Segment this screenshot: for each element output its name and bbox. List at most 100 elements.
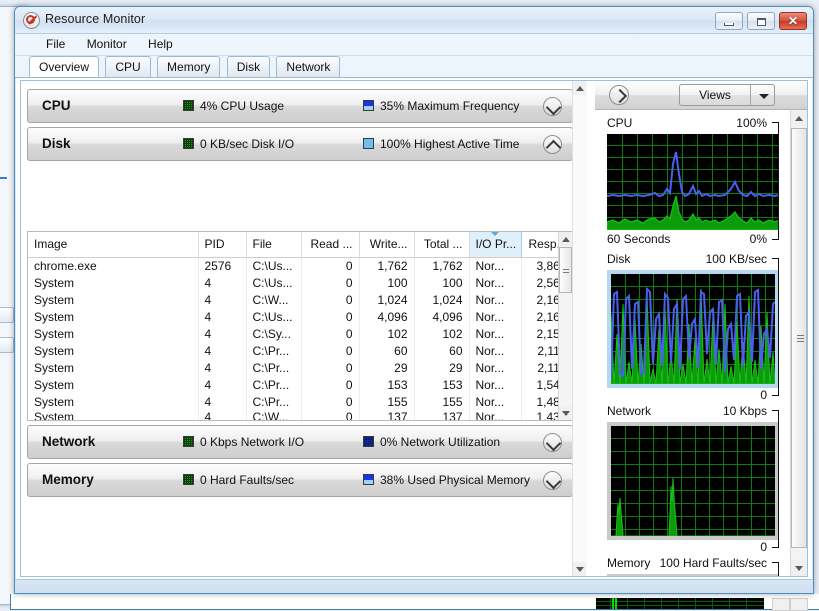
pane-splitter[interactable] bbox=[587, 81, 595, 576]
table-row[interactable]: System 4 C:\Pr... 0 153 153 Nor... 1,543 bbox=[28, 376, 572, 393]
tab-cpu[interactable]: CPU bbox=[105, 56, 151, 77]
graph-scroll-thumb[interactable] bbox=[791, 128, 807, 548]
column-header-io-priority[interactable]: I/O Pr... bbox=[468, 232, 522, 258]
cell-i-o-pr: Nor... bbox=[469, 308, 522, 325]
close-button[interactable]: ✕ bbox=[779, 12, 807, 30]
section-cpu-title: CPU bbox=[42, 98, 71, 113]
table-row[interactable]: chrome.exe 2576 C:\Us... 0 1,762 1,762 Nor... 3… bbox=[28, 257, 572, 274]
section-cpu-chevron-down-icon[interactable] bbox=[543, 97, 562, 116]
collapse-arrow-icon[interactable] bbox=[609, 85, 629, 105]
graph-panel-scrollbar[interactable] bbox=[790, 110, 807, 576]
cell-image: System bbox=[28, 308, 199, 325]
table-row[interactable]: System 4 C:\Pr... 0 155 155 Nor... 1,482 bbox=[28, 393, 572, 410]
section-memory-chevron-down-icon[interactable] bbox=[543, 471, 562, 490]
table-row[interactable]: System 4 C:\W... 0 137 137 Nor... 1,439 bbox=[28, 410, 572, 420]
menu-item-help[interactable]: Help bbox=[139, 34, 182, 53]
legend-swatch-green-icon bbox=[183, 474, 194, 485]
section-memory[interactable]: Memory 0 Hard Faults/sec 38% Used Physic… bbox=[27, 463, 573, 497]
minimize-button[interactable] bbox=[715, 12, 743, 30]
views-chevron-down-icon bbox=[759, 94, 769, 99]
left-pane-scroll-down-arrow-icon[interactable] bbox=[573, 562, 586, 576]
background-window-scrollbar-2[interactable] bbox=[790, 598, 808, 611]
cell-read: 0 bbox=[301, 376, 360, 393]
cell-i-o-pr: Nor... bbox=[469, 410, 522, 420]
scroll-thumb[interactable] bbox=[559, 247, 572, 293]
left-pane-scroll-up-arrow-icon[interactable] bbox=[573, 81, 586, 95]
background-window-accent bbox=[0, 177, 7, 179]
background-window-button-2[interactable] bbox=[0, 337, 14, 353]
section-network-metric-io: 0 Kbps Network I/O bbox=[183, 435, 304, 449]
tab-network[interactable]: Network bbox=[276, 56, 341, 77]
section-disk-metric-io-text: 0 KB/sec Disk I/O bbox=[200, 137, 295, 151]
table-row[interactable]: System 4 C:\W... 0 1,024 1,024 Nor... 2,162 bbox=[28, 291, 572, 308]
column-header-total[interactable]: Total ... bbox=[414, 232, 470, 258]
section-cpu-metric-frequency: 35% Maximum Frequency bbox=[363, 99, 519, 113]
section-memory-title: Memory bbox=[42, 472, 94, 487]
section-network[interactable]: Network 0 Kbps Network I/O 0% Network Ut… bbox=[27, 425, 573, 459]
cell-i-o-pr: Nor... bbox=[469, 274, 522, 291]
column-header-read[interactable]: Read ... bbox=[301, 232, 360, 258]
column-header-file[interactable]: File bbox=[246, 232, 302, 258]
cell-image: System bbox=[28, 393, 199, 410]
section-cpu-metric-usage: 4% CPU Usage bbox=[183, 99, 284, 113]
cell-write: 153 bbox=[359, 376, 415, 393]
cell-i-o-pr: Nor... bbox=[469, 257, 522, 274]
cell-pid: 4 bbox=[198, 359, 247, 376]
graph-scroll-up-arrow-icon[interactable] bbox=[791, 110, 807, 126]
column-header-image[interactable]: Image bbox=[28, 232, 199, 258]
left-pane-scrollbar[interactable] bbox=[572, 81, 587, 576]
cell-i-o-pr: Nor... bbox=[469, 342, 522, 359]
resource-monitor-icon bbox=[23, 12, 40, 29]
cell-read: 0 bbox=[301, 257, 360, 274]
tab-overview[interactable]: Overview bbox=[29, 56, 100, 77]
cell-file: C:\W... bbox=[246, 410, 302, 420]
table-row[interactable]: System 4 C:\Pr... 0 60 60 Nor... 2,118 bbox=[28, 342, 572, 359]
cell-pid: 4 bbox=[198, 325, 247, 342]
views-button[interactable]: Views bbox=[679, 84, 775, 106]
tab-memory[interactable]: Memory bbox=[157, 56, 221, 77]
column-header-pid[interactable]: PID bbox=[198, 232, 247, 258]
column-header-write[interactable]: Write... bbox=[359, 232, 415, 258]
tab-disk[interactable]: Disk bbox=[226, 56, 271, 77]
cell-read: 0 bbox=[301, 359, 360, 376]
title-bar[interactable]: Resource Monitor ✕ bbox=[15, 7, 813, 34]
background-window-graph bbox=[596, 598, 764, 609]
cell-write: 137 bbox=[359, 410, 415, 420]
section-network-chevron-down-icon[interactable] bbox=[543, 433, 562, 452]
resource-monitor-window: Resource Monitor ✕ File Monitor Help Ove… bbox=[14, 6, 814, 594]
background-window-button-1[interactable] bbox=[0, 307, 14, 323]
cpu-graph-block: CPU 100% 60 Seconds 0% bbox=[595, 116, 789, 252]
table-row[interactable]: System 4 C:\Us... 0 4,096 4,096 Nor... 2,162 bbox=[28, 308, 572, 325]
cell-file: C:\Us... bbox=[246, 257, 302, 274]
section-network-metric-utilization: 0% Network Utilization bbox=[363, 435, 500, 449]
cell-pid: 4 bbox=[198, 308, 247, 325]
cell-file: C:\Pr... bbox=[246, 393, 302, 410]
memory-graph-plot bbox=[607, 574, 779, 576]
disk-process-grid: Image PID File Read ... Write... Total .… bbox=[28, 232, 572, 420]
section-disk[interactable]: Disk 0 KB/sec Disk I/O 100% Highest Acti… bbox=[27, 127, 573, 161]
background-window-scrollbar-1[interactable] bbox=[772, 598, 790, 611]
graph-scroll-down-arrow-icon[interactable] bbox=[791, 560, 807, 576]
legend-swatch-blue-light-icon bbox=[363, 138, 374, 149]
cell-write: 29 bbox=[359, 359, 415, 376]
table-row[interactable]: System 4 C:\Us... 0 100 100 Nor... 2,567 bbox=[28, 274, 572, 291]
memory-graph-max-label: 100 Hard Faults/sec bbox=[659, 556, 767, 570]
scroll-up-arrow-icon[interactable] bbox=[559, 232, 572, 246]
menu-item-file[interactable]: File bbox=[37, 34, 74, 53]
scroll-down-arrow-icon[interactable] bbox=[559, 406, 572, 420]
section-cpu[interactable]: CPU 4% CPU Usage 35% Maximum Frequency bbox=[27, 89, 573, 123]
window-bottom-strip bbox=[15, 579, 813, 593]
disk-graph-label: Disk bbox=[607, 252, 631, 266]
section-memory-metric-used-physical: 38% Used Physical Memory bbox=[363, 473, 530, 487]
network-graph-range-bracket bbox=[772, 410, 779, 548]
table-row[interactable]: System 4 C:\Pr... 0 29 29 Nor... 2,118 bbox=[28, 359, 572, 376]
cpu-graph-max-label: 100% bbox=[736, 116, 767, 130]
disk-graph-block: Disk 100 KB/sec 0 bbox=[595, 252, 789, 404]
disk-graph-traces bbox=[611, 286, 775, 384]
table-body: chrome.exe 2576 C:\Us... 0 1,762 1,762 Nor... 3… bbox=[28, 257, 572, 420]
menu-item-monitor[interactable]: Monitor bbox=[78, 34, 136, 53]
table-row[interactable]: System 4 C:\Sy... 0 102 102 Nor... 2,159 bbox=[28, 325, 572, 342]
maximize-button[interactable] bbox=[747, 12, 775, 30]
section-disk-chevron-up-icon[interactable] bbox=[543, 135, 562, 156]
table-vertical-scrollbar[interactable] bbox=[558, 232, 572, 420]
